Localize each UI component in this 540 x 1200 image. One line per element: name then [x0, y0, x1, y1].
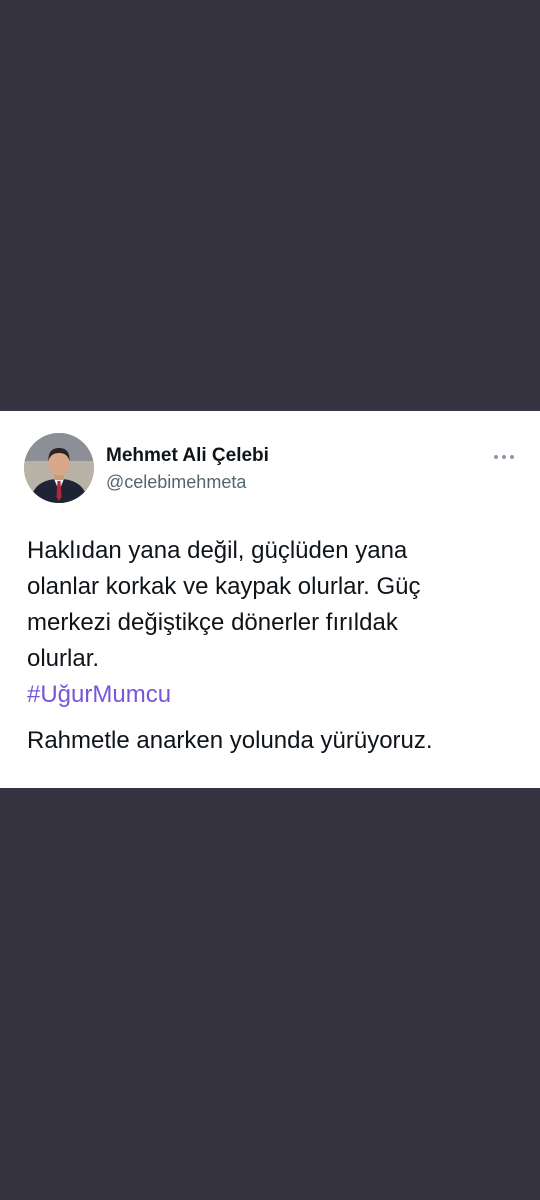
avatar-photo — [24, 433, 94, 503]
background-top — [0, 0, 540, 411]
tweet-text-line: merkezi değiştikçe dönerler fırıldak — [27, 609, 398, 636]
user-handle[interactable]: @celebimehmeta — [106, 472, 246, 493]
tweet-text-line: olurlar. — [27, 645, 100, 672]
tweet-card[interactable]: Mehmet Ali Çelebi @celebimehmeta Haklıda… — [0, 411, 540, 788]
avatar[interactable] — [24, 433, 94, 503]
background-bottom — [0, 788, 540, 1200]
tweet-text: Haklıdan yana değil, güçlüden yana olanl… — [27, 533, 517, 759]
display-name[interactable]: Mehmet Ali Çelebi — [106, 445, 269, 467]
tweet-text-line: olanlar korkak ve kaypak olurlar. Güç — [27, 573, 421, 600]
tweet-closing-line: Rahmetle anarken yolunda yürüyoruz. — [27, 727, 433, 754]
more-options-button[interactable] — [486, 445, 522, 469]
more-horizontal-icon — [494, 455, 514, 459]
hashtag-link[interactable]: #UğurMumcu — [27, 677, 517, 713]
tweet-text-line: Haklıdan yana değil, güçlüden yana — [27, 537, 408, 564]
